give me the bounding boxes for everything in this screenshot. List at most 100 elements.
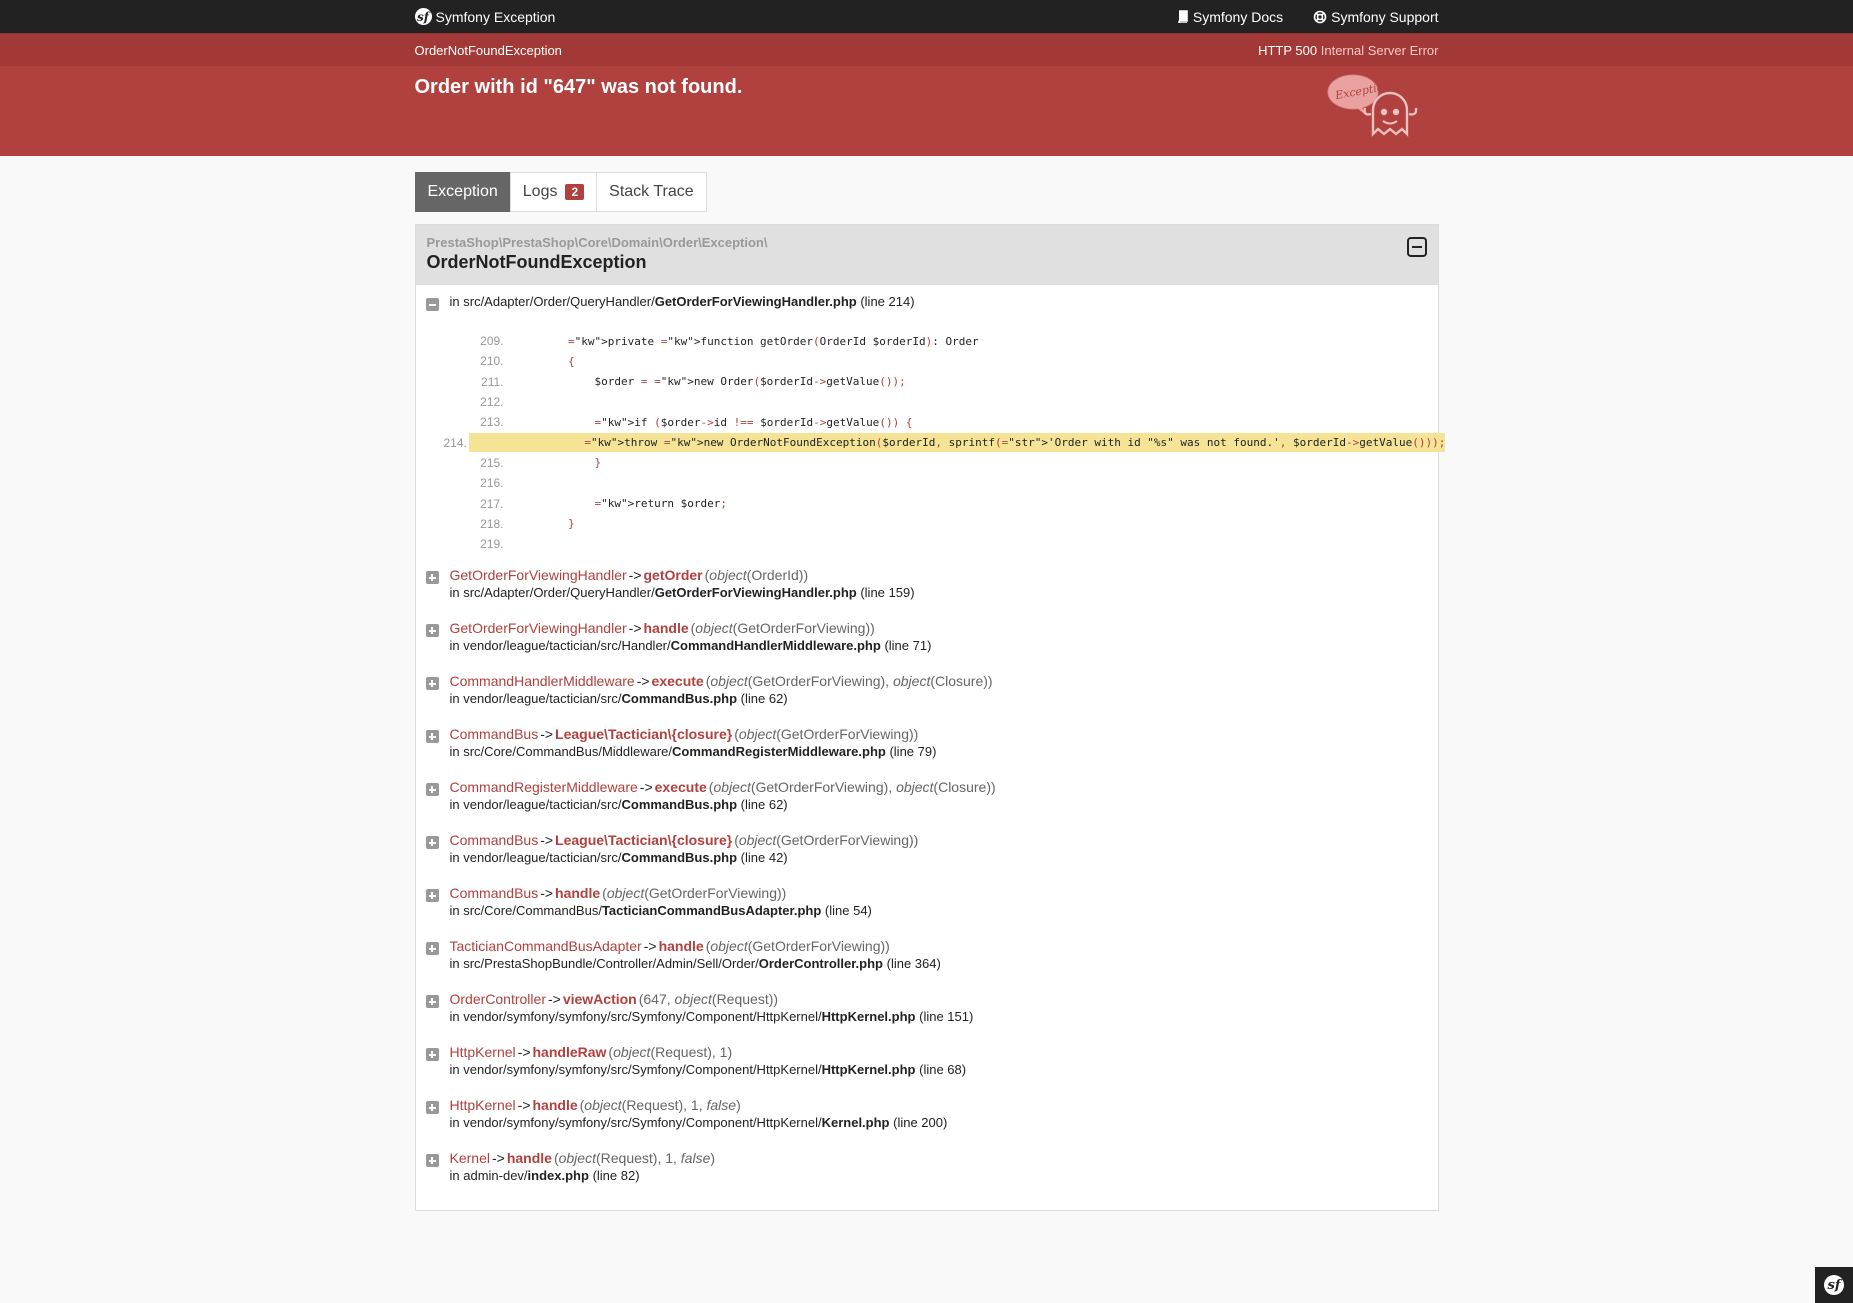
frame-class[interactable]: CommandHandlerMiddleware (450, 673, 635, 689)
line-number: 217. (480, 496, 504, 511)
frame-signature: CommandBus -> handle (object(GetOrderForVie… (450, 884, 1428, 902)
frame-class[interactable]: HttpKernel (450, 1044, 516, 1060)
frame-args: (object(GetOrderForViewing), object(Clos… (705, 673, 993, 690)
frame-filename: CommandBus.php (621, 691, 738, 707)
expand-frame-icon[interactable] (425, 889, 439, 903)
frame-file: in admin-dev/index.php (line 82) (450, 1167, 1428, 1185)
frame-class[interactable]: OrderController (450, 991, 546, 1007)
trace-frame-current: in src/Adapter/Order/QueryHandler/GetOrd… (416, 285, 1438, 311)
frame-args: (object(GetOrderForViewing), object(Clos… (708, 779, 996, 796)
expand-frame-icon[interactable] (425, 783, 439, 797)
tab-stack-trace-label: Stack Trace (609, 183, 694, 200)
frame-line: (line 54) (824, 903, 872, 919)
frame-line: (line 71) (884, 638, 932, 654)
frame-method: League\Tactician\{closure} (555, 726, 733, 743)
frame-method: handle (532, 1097, 578, 1114)
frame-class[interactable]: GetOrderForViewingHandler (450, 567, 627, 583)
top-bar: sf Symfony Exception Symfony Docs Symfon… (0, 0, 1853, 33)
expand-frame-icon[interactable] (425, 942, 439, 956)
symfony-toolbar-icon: sf (1824, 1275, 1844, 1295)
code-line: 211. $order = ="kw">new Order($orderId->… (444, 372, 1438, 392)
frame-class[interactable]: CommandRegisterMiddleware (450, 779, 638, 795)
frame-dir: in vendor/league/tactician/src/ (449, 797, 622, 813)
frame-signature: Kernel -> handle (object(Request), 1, false… (450, 1149, 1428, 1167)
expand-frame-icon[interactable] (425, 571, 439, 585)
frame-file: in vendor/symfony/symfony/src/Symfony/Co… (450, 1008, 1428, 1026)
logs-count-badge: 2 (565, 184, 585, 200)
code-line: 212. (444, 392, 1438, 412)
expand-frame-icon[interactable] (425, 995, 439, 1009)
frame-class[interactable]: HttpKernel (450, 1097, 516, 1113)
frame-class[interactable]: CommandBus (450, 726, 539, 742)
frame-file: in src/PrestaShopBundle/Controller/Admin… (450, 955, 1428, 973)
frame-signature: CommandBus -> League\Tactician\{closure} (o… (450, 831, 1428, 849)
code-line: 218. } (444, 514, 1438, 534)
brand[interactable]: sf Symfony Exception (414, 8, 556, 25)
frame-class[interactable]: Kernel (450, 1150, 490, 1166)
tab-exception[interactable]: Exception (414, 172, 511, 212)
expand-frame-icon[interactable] (425, 836, 439, 850)
code-line: 214. ="kw">throw ="kw">new OrderNotFound… (444, 432, 1446, 453)
frame-dir: in vendor/league/tactician/src/Handler/ (449, 638, 671, 654)
frame-line: (line 214) (860, 294, 915, 309)
code-text: $order = ="kw">new Order($orderId->getVa… (541, 375, 906, 389)
line-number: 215. (480, 455, 504, 470)
code-text: } (568, 517, 575, 531)
frame-arrow: -> (540, 726, 554, 743)
exception-message: Order with id "647" was not found. (414, 76, 743, 98)
frame-dir: in vendor/symfony/symfony/src/Symfony/Co… (449, 1115, 822, 1131)
expand-frame-icon[interactable] (425, 677, 439, 691)
trace-frame: Kernel -> handle (object(Request), 1, false… (416, 1149, 1438, 1185)
book-icon (1178, 10, 1188, 23)
line-number: 210. (480, 354, 504, 369)
symfony-docs-link[interactable]: Symfony Docs (1177, 9, 1283, 25)
collapse-all-icon[interactable] (1406, 237, 1427, 257)
code-line: 219. (444, 534, 1438, 554)
symfony-docs-label: Symfony Docs (1192, 8, 1284, 25)
frame-filename: OrderController.php (758, 956, 883, 972)
symfony-toolbar-toggle[interactable]: sf (1815, 1267, 1853, 1303)
tab-stack-trace[interactable]: Stack Trace (596, 172, 707, 212)
frame-signature: GetOrderForViewingHandler -> handle (object… (450, 619, 1428, 637)
frame-line: (line 82) (592, 1168, 640, 1184)
status-text: Internal Server Error (1320, 42, 1439, 58)
frame-method: handleRaw (532, 1044, 607, 1061)
frame-signature: CommandRegisterMiddleware -> execute (objec… (450, 778, 1428, 796)
frame-line: (line 364) (886, 956, 941, 972)
frame-arrow: -> (628, 567, 642, 584)
trace-class: OrderNotFoundException (426, 252, 647, 272)
code-line: 215. } (444, 453, 1438, 473)
frame-class[interactable]: CommandBus (450, 832, 539, 848)
tab-logs[interactable]: Logs 2 (509, 172, 598, 212)
line-number: 219. (480, 537, 504, 552)
code-line: 213. ="kw">if ($order->id !== $orderId->… (444, 412, 1438, 432)
frame-args: (object(Request), 1) (608, 1044, 733, 1061)
frame-arrow: -> (517, 1044, 531, 1061)
expand-frame-icon[interactable] (425, 1048, 439, 1062)
frame-file: in vendor/symfony/symfony/src/Symfony/Co… (450, 1114, 1428, 1132)
frame-arrow: -> (540, 832, 554, 849)
brand-label: Symfony Exception (435, 8, 556, 25)
help-links: Symfony Docs Symfony Support (1177, 9, 1439, 25)
expand-frame-icon[interactable] (425, 1101, 439, 1115)
status-code: HTTP 500 (1258, 42, 1318, 58)
frame-class[interactable]: GetOrderForViewingHandler (450, 620, 627, 636)
expand-frame-icon[interactable] (425, 1154, 439, 1168)
expand-frame-icon[interactable] (425, 624, 439, 638)
frame-file: in vendor/league/tactician/src/Handler/C… (450, 637, 1428, 655)
frame-args: (object(GetOrderForViewing)) (602, 885, 787, 902)
frame-class[interactable]: CommandBus (450, 885, 539, 901)
frame-filename: GetOrderForViewingHandler.php (654, 294, 857, 309)
code-text: ="kw">if ($order->id !== $orderId->getVa… (594, 415, 913, 429)
http-status: HTTP 500 Internal Server Error (1258, 43, 1438, 58)
frame-method: getOrder (643, 567, 703, 584)
frame-file: in vendor/symfony/symfony/src/Symfony/Co… (450, 1061, 1428, 1079)
trace-header[interactable]: PrestaShop\PrestaShop\Core\Domain\Order\… (415, 225, 1438, 285)
trace-frame: CommandHandlerMiddleware -> execute (object… (416, 672, 1438, 708)
symfony-support-link[interactable]: Symfony Support (1313, 9, 1439, 25)
frame-dir: src/Adapter/Order/QueryHandler/ (463, 294, 655, 309)
frame-class[interactable]: TacticianCommandBusAdapter (450, 938, 642, 954)
expand-frame-icon[interactable] (425, 730, 439, 744)
collapse-frame-icon[interactable] (425, 298, 439, 311)
